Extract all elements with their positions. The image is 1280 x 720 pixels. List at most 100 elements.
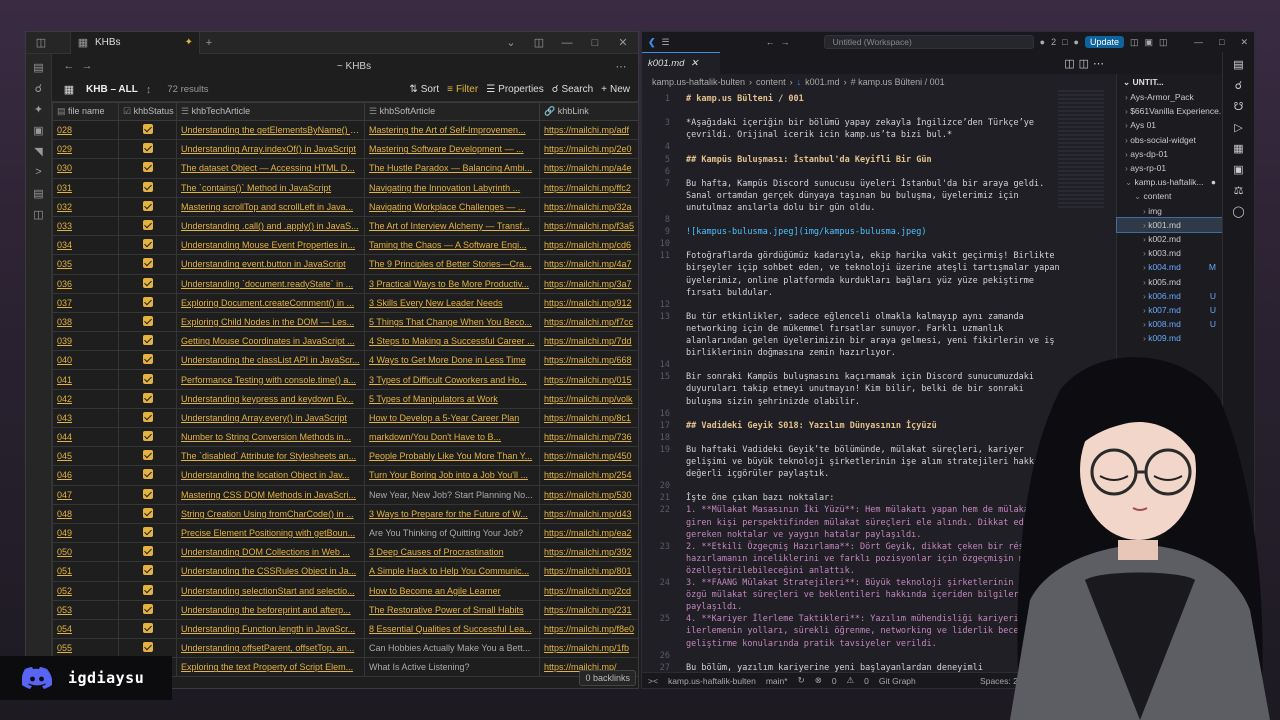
maximize-icon[interactable]: □: [586, 34, 604, 52]
code-line[interactable]: unutulmaz anılarla dolu bir gün oldu.: [686, 203, 1106, 213]
file-tree-item[interactable]: › obs-social-widget: [1117, 133, 1222, 147]
checkbox[interactable]: [142, 469, 153, 480]
soft-article-cell[interactable]: How to Develop a 5-Year Career Plan: [364, 407, 540, 429]
tech-article-cell[interactable]: Understanding `document.readyState` in .…: [176, 273, 365, 294]
link-cell[interactable]: https://mailchi.mp/801: [539, 561, 638, 582]
code-line[interactable]: ## Kampüs Buluşması: İstanbul'da Keyifli…: [686, 155, 1106, 165]
soft-article-cell[interactable]: Mastering Software Development — ...: [364, 139, 540, 160]
search-button[interactable]: ☌ Search: [552, 84, 593, 95]
sync-icon[interactable]: ↻: [798, 675, 805, 686]
testing-icon[interactable]: ⚖: [1234, 184, 1244, 197]
code-line[interactable]: çevrildi. Orijinal icerik icin kamp.us’t…: [686, 130, 1106, 140]
close-icon[interactable]: ✕: [1240, 37, 1248, 48]
status-checkbox-cell[interactable]: [118, 254, 177, 275]
checkbox[interactable]: [142, 584, 153, 595]
file-tree-item[interactable]: › k003.md: [1117, 246, 1222, 260]
code-line[interactable]: 3. **FAANG Mülakat Stratejileri**: Büyük…: [686, 578, 1106, 588]
link-cell[interactable]: https://mailchi.mp/392: [539, 542, 638, 563]
link-cell[interactable]: https://mailchi.mp/530: [539, 484, 638, 505]
tech-article-cell[interactable]: Understanding event.button in JavaScript: [176, 254, 365, 275]
code-line[interactable]: Bu haftaki Vadideki Geyik’te bölümünde, …: [686, 445, 1106, 455]
soft-article-cell[interactable]: Mastering the Art of Self-Improvemen...: [364, 119, 540, 141]
file-name-cell[interactable]: 035: [52, 254, 119, 275]
file-name-cell[interactable]: 036: [52, 273, 119, 294]
soft-article-cell[interactable]: markdown/You Don't Have to B...: [364, 426, 540, 448]
status-checkbox-cell[interactable]: [118, 177, 177, 198]
checkbox[interactable]: [142, 622, 153, 633]
files-icon[interactable]: ▤: [30, 58, 48, 76]
status-spaces[interactable]: Spaces: 2: [980, 676, 1018, 686]
status-repo[interactable]: kamp.us-haftalik-bulten: [668, 676, 756, 686]
tech-article-cell[interactable]: The dataset Object — Accessing HTML D...: [176, 158, 365, 179]
soft-article-cell[interactable]: Can Hobbies Actually Make You a Bett...: [364, 638, 540, 659]
file-name-cell[interactable]: 045: [52, 446, 119, 467]
column-header[interactable]: ☑ khbStatus: [118, 102, 177, 121]
soft-article-cell[interactable]: The Hustle Paradox — Balancing Ambi...: [364, 158, 540, 179]
chevron-down-icon[interactable]: ⌄: [1123, 77, 1130, 88]
tech-article-cell[interactable]: Understanding .call() and .apply() in Ja…: [176, 215, 365, 237]
file-tree-item[interactable]: › k004.md M: [1117, 260, 1222, 274]
code-line[interactable]: giren kişi perspektifinden mülakat süreç…: [686, 518, 1106, 528]
file-name-cell[interactable]: 051: [52, 561, 119, 582]
tech-article-cell[interactable]: Understanding selectionStart and selecti…: [176, 580, 365, 601]
tech-article-cell[interactable]: Understanding the classList API in JavaS…: [176, 350, 365, 371]
pin-icon[interactable]: ✦: [185, 37, 193, 48]
tech-article-cell[interactable]: Precise Element Positioning with getBoun…: [176, 522, 365, 544]
new-tab-icon[interactable]: +: [200, 34, 218, 52]
file-tree-item[interactable]: › img: [1117, 204, 1222, 218]
status-branch[interactable]: main*: [766, 676, 788, 686]
source-control-icon[interactable]: ☋: [1234, 100, 1244, 113]
file-name-cell[interactable]: 028: [52, 119, 119, 141]
code-line[interactable]: Bu bölüm, yazılım kariyerine yeni başlay…: [686, 663, 1106, 672]
checkbox[interactable]: [142, 411, 153, 422]
checkbox[interactable]: [142, 277, 153, 288]
command-icon[interactable]: >: [30, 163, 48, 181]
file-name-cell[interactable]: 031: [52, 177, 119, 198]
link-cell[interactable]: https://mailchi.mp/cd6: [539, 235, 638, 256]
status-errors[interactable]: 0: [832, 676, 837, 686]
code-line[interactable]: *Aşağıdaki içeriğin bir bölümü yapay zek…: [686, 118, 1106, 128]
link-cell[interactable]: https://mailchi.mp/f3a5: [539, 215, 638, 237]
file-tree-item[interactable]: › ays-rp-01: [1117, 161, 1222, 175]
file-name-cell[interactable]: 042: [52, 388, 119, 409]
code-line[interactable]: Bir sonraki Kampüs buluşmasını kaçırmama…: [686, 372, 1106, 382]
view-selector[interactable]: KHB – ALL: [86, 84, 138, 95]
tech-article-cell[interactable]: The `disabled` Attribute for Stylesheets…: [176, 446, 365, 467]
tech-article-cell[interactable]: Understanding DOM Collections in Web ...: [176, 542, 365, 563]
link-cell[interactable]: https://mailchi.mp/volk: [539, 388, 638, 409]
status-checkbox-cell[interactable]: [118, 638, 177, 659]
chevron-down-icon[interactable]: ⌄: [502, 34, 520, 52]
status-checkbox-cell[interactable]: [118, 522, 177, 544]
status-warnings[interactable]: 0: [864, 676, 869, 686]
file-tree-item[interactable]: › k001.md: [1116, 216, 1223, 233]
file-name-cell[interactable]: 033: [52, 215, 119, 237]
forward-icon[interactable]: →: [78, 57, 96, 75]
link-cell[interactable]: https://mailchi.mp/d43: [539, 503, 638, 524]
more-icon[interactable]: ⋯: [1093, 57, 1104, 70]
code-line[interactable]: özelleştirilebileceğini anlattık.: [686, 566, 1106, 576]
file-name-cell[interactable]: 043: [52, 407, 119, 429]
soft-article-cell[interactable]: Turn Your Boring Job into a Job You'll .…: [364, 465, 540, 486]
soft-article-cell[interactable]: 3 Ways to Prepare for the Future of W...: [364, 503, 540, 524]
chevron-updown-icon[interactable]: ↕: [146, 84, 152, 96]
column-header[interactable]: ☰ khbSoftArticle: [364, 102, 540, 121]
checkbox[interactable]: [142, 220, 153, 231]
soft-article-cell[interactable]: New Year, New Job? Start Planning No...: [364, 484, 540, 505]
file-name-cell[interactable]: 030: [52, 158, 119, 179]
link-cell[interactable]: https://mailchi.mp/3a7: [539, 273, 638, 294]
panel-icon[interactable]: ▣: [1145, 37, 1154, 48]
code-line[interactable]: alanlarından gelen üyelerimizin bir aray…: [686, 336, 1106, 346]
tech-article-cell[interactable]: Exploring the text Property of Script El…: [176, 657, 365, 678]
tech-article-cell[interactable]: Understanding the CSSRules Object in Ja.…: [176, 561, 365, 582]
errors-icon[interactable]: ⊗: [815, 675, 822, 686]
remote-icon[interactable]: ▣: [1233, 163, 1243, 176]
status-checkbox-cell[interactable]: [118, 503, 177, 524]
checkbox[interactable]: [142, 315, 153, 326]
remote-indicator-icon[interactable]: ><: [648, 676, 658, 686]
git-graph-icon[interactable]: ◯: [1232, 205, 1244, 218]
column-header[interactable]: ☰ khbTechArticle: [176, 102, 365, 121]
status-checkbox-cell[interactable]: [118, 350, 177, 371]
tech-article-cell[interactable]: Getting Mouse Coordinates in JavaScript …: [176, 331, 365, 352]
code-line[interactable]: ![kampus-bulusma.jpeg](img/kampus-bulusm…: [686, 227, 1106, 237]
forward-icon[interactable]: →: [781, 37, 790, 47]
